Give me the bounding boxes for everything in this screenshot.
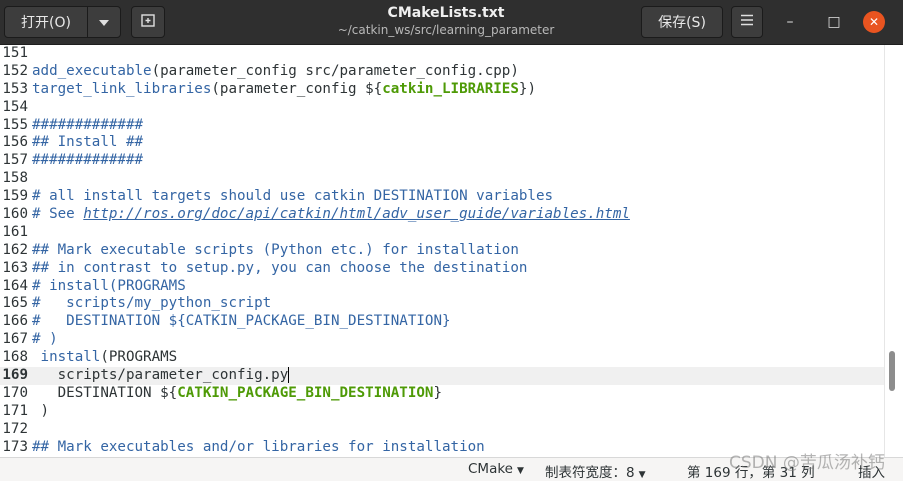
minimize-icon: –: [786, 14, 794, 30]
line-number: 163: [2, 259, 28, 276]
header-bar: 打开(O) CMakeLists.txt ~/catkin_ws/src/lea…: [0, 0, 903, 45]
open-menu-button[interactable]: [87, 6, 121, 38]
language-selector[interactable]: CMake ▼: [468, 461, 524, 477]
close-button[interactable]: ✕: [863, 11, 885, 33]
code-line[interactable]: 169 scripts/parameter_config.py: [0, 367, 884, 385]
line-number: 166: [2, 313, 28, 330]
code-line[interactable]: 159 # all install targets should use catk…: [0, 188, 884, 206]
dropdown-arrow-icon: ▼: [638, 470, 646, 480]
line-text: # See http://ros.org/doc/api/catkin/html…: [32, 206, 630, 223]
line-number: 162: [2, 241, 28, 258]
code-line[interactable]: 157 #############: [0, 152, 884, 170]
close-icon: ✕: [868, 15, 880, 29]
code-line[interactable]: 165 # scripts/my_python_script: [0, 295, 884, 313]
line-number: 154: [2, 98, 28, 115]
line-text: # ): [32, 331, 58, 348]
line-number: 160: [2, 206, 28, 223]
line-text: ## Mark executable scripts (Python etc.)…: [32, 241, 519, 258]
line-number: 152: [2, 62, 28, 79]
line-text: install(PROGRAMS: [40, 349, 178, 366]
code-line[interactable]: 168 install(PROGRAMS: [0, 349, 884, 367]
main-menu-button[interactable]: [731, 6, 763, 38]
line-number: 161: [2, 223, 28, 240]
save-button[interactable]: 保存(S): [641, 6, 723, 38]
code-line[interactable]: 161: [0, 224, 884, 242]
open-button[interactable]: 打开(O): [4, 6, 88, 38]
line-text: add_executable(parameter_config src/para…: [32, 62, 519, 79]
text-editor[interactable]: 151 152 add_executable(parameter_config sr…: [0, 45, 884, 457]
line-text: scripts/parameter_config.py: [32, 367, 290, 384]
line-number: 168: [2, 349, 28, 366]
line-number: 155: [2, 116, 28, 133]
code-line[interactable]: 154: [0, 99, 884, 117]
new-document-icon: [141, 13, 155, 31]
code-line[interactable]: 170 DESTINATION ${CATKIN_PACKAGE_BIN_DES…: [0, 385, 884, 403]
code-line[interactable]: 164 # install(PROGRAMS: [0, 278, 884, 296]
line-text: # scripts/my_python_script: [32, 295, 272, 312]
line-number: 158: [2, 170, 28, 187]
code-line[interactable]: 166 # DESTINATION ${CATKIN_PACKAGE_BIN_DE…: [0, 313, 884, 331]
line-number: 153: [2, 80, 28, 97]
line-text: ## Mark executables and/or libraries for…: [32, 438, 485, 455]
code-line[interactable]: 158: [0, 170, 884, 188]
line-text: ## Install ##: [32, 134, 144, 151]
line-text: ): [32, 402, 50, 419]
watermark: CSDN @苦瓜汤补钙: [729, 453, 885, 473]
code-line[interactable]: 163 ## in contrast to setup.py, you can c…: [0, 260, 884, 278]
code-line[interactable]: 153 target_link_libraries(parameter_confi…: [0, 81, 884, 99]
code-line[interactable]: 172: [0, 421, 884, 439]
line-number: 171: [2, 402, 28, 419]
maximize-icon: □: [827, 14, 841, 30]
maximize-button[interactable]: □: [822, 10, 846, 34]
window-title: CMakeLists.txt: [387, 5, 505, 21]
window-subtitle-path: ~/catkin_ws/src/learning_parameter: [337, 23, 555, 37]
line-number: 164: [2, 277, 28, 294]
chevron-down-icon: [99, 14, 109, 30]
code-line[interactable]: 155 #############: [0, 117, 884, 135]
line-text: # install(PROGRAMS: [32, 277, 186, 294]
line-number: 157: [2, 152, 28, 169]
line-text: target_link_libraries(parameter_config $…: [32, 80, 536, 97]
line-text: DESTINATION ${CATKIN_PACKAGE_BIN_DESTINA…: [32, 384, 443, 401]
code-line[interactable]: 171 ): [0, 403, 884, 421]
line-number: 156: [2, 134, 28, 151]
minimize-button[interactable]: –: [778, 10, 802, 34]
code-line[interactable]: 160 # See http://ros.org/doc/api/catkin/h…: [0, 206, 884, 224]
line-number: 170: [2, 384, 28, 401]
code-line[interactable]: 156 ## Install ##: [0, 134, 884, 152]
line-text: #############: [32, 152, 144, 169]
code-line[interactable]: 152 add_executable(parameter_config src/p…: [0, 63, 884, 81]
line-number: 172: [2, 420, 28, 437]
vertical-scrollbar[interactable]: [884, 45, 903, 457]
tab-width-selector[interactable]: 制表符宽度：8 ▼: [545, 461, 646, 481]
line-text: #############: [32, 116, 144, 133]
code-line[interactable]: 151: [0, 45, 884, 63]
text-cursor: [288, 367, 290, 384]
line-number: 159: [2, 188, 28, 205]
line-number: 165: [2, 295, 28, 312]
line-text: ## in contrast to setup.py, you can choo…: [32, 259, 528, 276]
line-number: 151: [2, 45, 28, 61]
dropdown-arrow-icon: ▼: [517, 466, 524, 476]
scrollbar-thumb[interactable]: [889, 351, 895, 391]
line-text: # all install targets should use catkin …: [32, 188, 554, 205]
new-document-button[interactable]: [131, 6, 165, 38]
line-number: 169: [2, 367, 28, 384]
line-number: 167: [2, 331, 28, 348]
line-number: 173: [2, 438, 28, 455]
code-line[interactable]: 162 ## Mark executable scripts (Python et…: [0, 242, 884, 260]
line-text: # DESTINATION ${CATKIN_PACKAGE_BIN_DESTI…: [32, 313, 451, 330]
code-line[interactable]: 167 # ): [0, 331, 884, 349]
hamburger-menu-icon: [740, 14, 754, 30]
